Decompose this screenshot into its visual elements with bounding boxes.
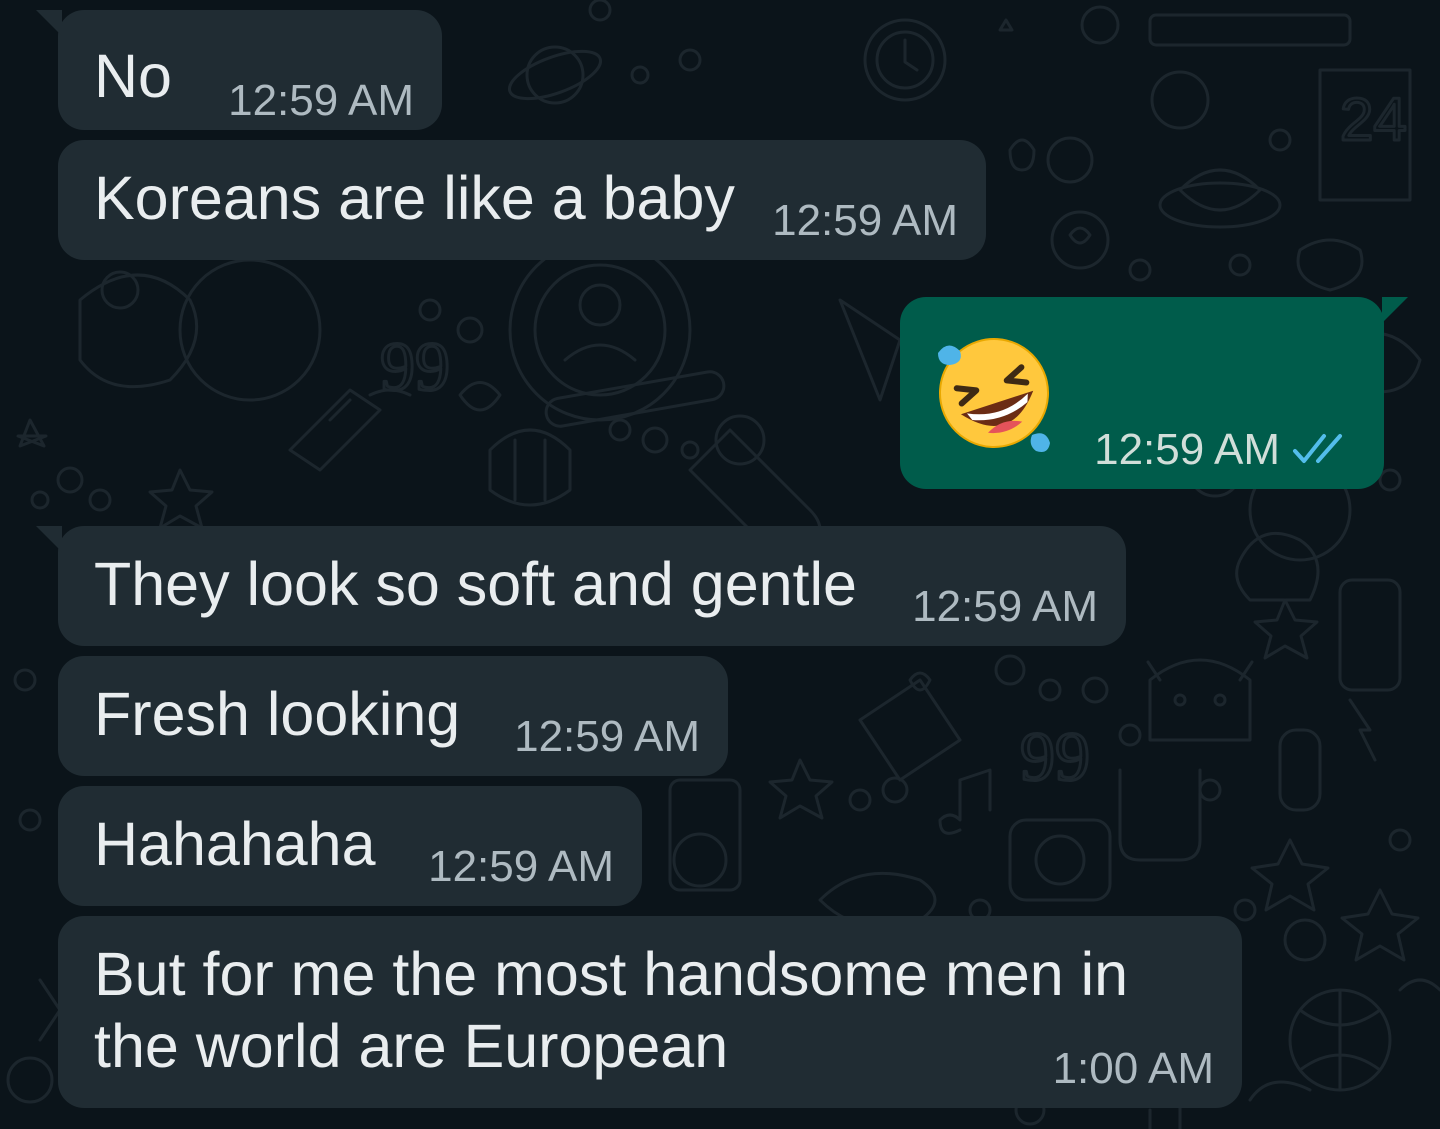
bubble-tail (36, 526, 62, 552)
incoming-message[interactable]: No 12:59 AM (36, 10, 442, 130)
double-check-read-icon (1293, 434, 1342, 463)
incoming-message[interactable]: They look so soft and gentle 12:59 AM (36, 526, 1126, 646)
message-time: 12:59 AM (428, 842, 614, 891)
message-time: 1:00 AM (1052, 1044, 1214, 1093)
bubble-tail (36, 10, 62, 36)
message-time: 12:59 AM (772, 196, 958, 245)
incoming-message[interactable]: Hahahaha 12:59 AM (58, 786, 642, 906)
incoming-message[interactable]: Fresh looking 12:59 AM (58, 656, 728, 776)
bubble-tail (1382, 297, 1408, 323)
message-text: Hahahaha (94, 810, 376, 878)
message-time: 12:59 AM (514, 712, 700, 761)
incoming-message[interactable]: Koreans are like a baby 12:59 AM (58, 140, 986, 260)
message-text: Koreans are like a baby (94, 164, 735, 232)
message-time: 12:59 AM (228, 76, 414, 125)
message-text-line-1: But for me the most handsome men in (94, 940, 1129, 1008)
outgoing-message[interactable]: 12:59 AM (900, 297, 1408, 489)
chat-messages-list: No 12:59 AM Koreans are like a baby 12:5… (0, 0, 1440, 1129)
rolling-on-floor-laughing-emoji (938, 338, 1050, 452)
incoming-message[interactable]: But for me the most handsome men in the … (58, 916, 1242, 1108)
message-text: No (94, 42, 172, 110)
message-time: 12:59 AM (912, 582, 1098, 631)
message-text: They look so soft and gentle (94, 550, 857, 618)
message-time: 12:59 AM (1094, 425, 1280, 474)
message-text: Fresh looking (94, 680, 461, 748)
message-text-line-2: the world are European (94, 1012, 729, 1080)
